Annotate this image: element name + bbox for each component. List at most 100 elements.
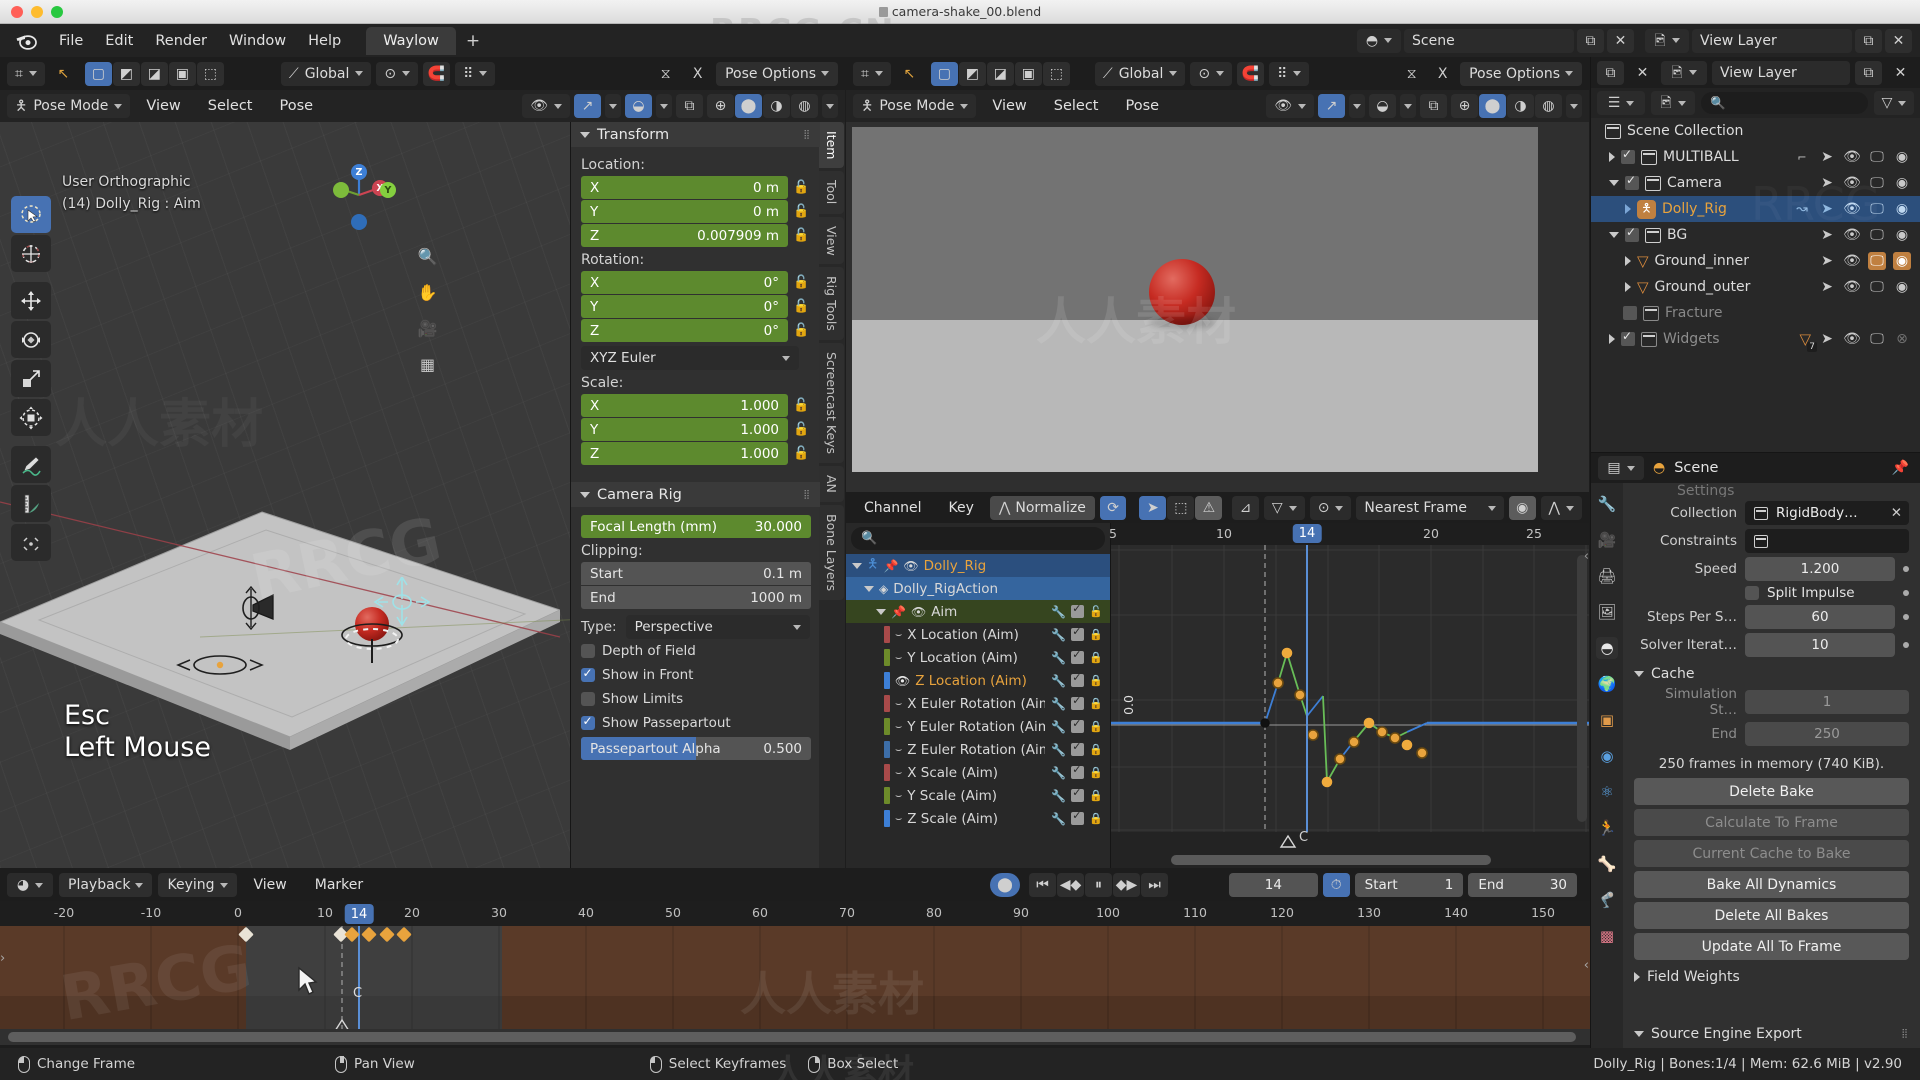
object-expand-icon[interactable] <box>852 562 862 569</box>
blender-logo-icon[interactable] <box>14 29 38 53</box>
scene-browse-icon[interactable]: ◓ <box>1357 28 1401 53</box>
group-expand-icon[interactable] <box>876 608 886 615</box>
simulation-start-row[interactable]: Simulation St… 1 <box>1634 686 1909 718</box>
hide-viewport-eye-icon[interactable]: 👁 <box>1843 148 1861 166</box>
xray-toggle-button[interactable]: ⧉ <box>676 94 703 118</box>
sidebar-tab-screencast-keys[interactable]: Screencast Keys <box>819 343 844 464</box>
viewport-menu-select[interactable]: Select <box>197 94 264 118</box>
menu-file[interactable]: File <box>48 29 94 53</box>
scale-z-row[interactable]: Z 1.000 🔓 <box>581 442 810 465</box>
auto-normalize-button[interactable]: ⟳ <box>1099 496 1127 520</box>
play-reverse-button[interactable]: ⏸ <box>1085 873 1112 897</box>
expand-icon[interactable] <box>1625 204 1631 214</box>
gizmo-axis-y[interactable] <box>333 182 349 198</box>
fcurve-mute-checkbox[interactable] <box>1071 625 1085 641</box>
cam-snap-magnet-icon[interactable]: 🧲 <box>1237 61 1265 86</box>
scale-x-lock-icon[interactable]: 🔓 <box>793 397 810 414</box>
group-modifier-icon[interactable]: 🔧 <box>1051 605 1066 619</box>
channel-row-fcurve[interactable]: ⌣ X Euler Rotation (Aim) 🔧 🔒 <box>846 692 1110 715</box>
simulation-start-field[interactable]: 1 <box>1745 690 1909 714</box>
outliner-row-scene-collection[interactable]: Scene Collection <box>1591 118 1920 144</box>
tab-physics-icon[interactable]: ⚛ <box>1596 781 1618 803</box>
channel-row-object[interactable]: 🯅 📌 👁 Dolly_Rig <box>846 554 1110 577</box>
disable-viewport-icon[interactable]: 🖵 <box>1868 330 1886 348</box>
outliner-search-input[interactable]: 🔍 <box>1701 92 1868 114</box>
tab-tool-icon[interactable]: 🔧 <box>1596 493 1618 515</box>
tab-render-icon[interactable]: 🎥 <box>1596 529 1618 551</box>
camera-type-row[interactable]: Type: Perspective <box>581 615 810 639</box>
tool-extra[interactable] <box>11 524 51 561</box>
tab-modifier-icon[interactable]: ◉ <box>1596 745 1618 767</box>
shading-solid-button[interactable]: ⬤ <box>735 94 762 118</box>
rotation-z-row[interactable]: Z 0° 🔓 <box>581 319 810 342</box>
graph-editor-plot-area[interactable]: 5 10 20 25 14 0.0 ‹ C <box>1109 523 1589 868</box>
channel-row-action[interactable]: ◈ Dolly_RigAction <box>846 577 1110 600</box>
cam-select-subtract-button[interactable]: ◪ <box>986 61 1014 86</box>
camera-view-canvas[interactable]: 人人素材 <box>846 122 1589 492</box>
fcurve-lock-icon[interactable]: 🔒 <box>1089 812 1103 825</box>
location-z-field[interactable]: Z 0.007909 m <box>581 224 788 247</box>
jump-to-end-button[interactable]: ⏭ <box>1141 873 1168 897</box>
cam-pose-options-dropdown[interactable]: Pose Options <box>1460 61 1582 86</box>
frame-end-field[interactable]: End 30 <box>1468 873 1578 897</box>
graph-frame-ruler[interactable]: 5 10 20 25 14 <box>1109 523 1589 545</box>
scale-z-field[interactable]: Z 1.000 <box>581 442 788 465</box>
only-selected-filter-button[interactable]: ➤ <box>1139 496 1167 520</box>
fcurve-modifier-icon[interactable]: 🔧 <box>1051 743 1066 757</box>
location-x-field[interactable]: X0 m <box>581 176 788 199</box>
update-all-to-frame-button[interactable]: Update All To Frame <box>1634 933 1909 960</box>
hide-viewport-eye-icon[interactable]: 👁 <box>1843 200 1861 218</box>
eye-icon[interactable]: 👁 <box>903 559 918 573</box>
jump-next-keyframe-button[interactable]: ◆▶ <box>1113 873 1140 897</box>
cam-transform-orientation-dropdown[interactable]: ⟋ Global <box>1094 61 1186 86</box>
sidebar-tab-strip[interactable]: Item Tool View Rig Tools Screencast Keys… <box>819 122 845 868</box>
properties-editor[interactable]: ▤ ◓ Scene 📌 🔧 🎥 🖨 🖼 ◓ 🌍 ▣ ◉ ⚛ 🏃 🦴 🦿 ▩ Se… <box>1590 452 1920 1048</box>
current-frame-field[interactable]: 14 <box>1229 873 1318 897</box>
select-arrow-icon[interactable]: ➤ <box>1818 148 1836 166</box>
proportional-editing-dropdown[interactable]: ⠿ <box>455 61 496 86</box>
rotation-z-field[interactable]: Z 0° <box>581 319 788 342</box>
select-arrow-icon[interactable]: ➤ <box>1818 174 1836 192</box>
snap-pivot-dropdown[interactable]: ⊙ <box>376 61 419 86</box>
maximize-window-button[interactable] <box>51 5 63 18</box>
cam-proportional-dropdown[interactable]: ⠿ <box>1269 61 1310 86</box>
location-y-row[interactable]: Y0 m 🔓 <box>581 200 810 223</box>
fcurve-lock-icon[interactable]: 🔒 <box>1089 766 1103 779</box>
rotation-mode-dropdown[interactable]: XYZ Euler <box>581 346 799 370</box>
remove-scene-button[interactable]: ✕ <box>1607 28 1634 53</box>
field-weights-section-header[interactable]: Field Weights <box>1634 969 1909 985</box>
select-arrow-icon[interactable]: ➤ <box>1818 278 1836 296</box>
group-lock-icon[interactable]: 🔓 <box>1089 605 1103 618</box>
select-arrow-icon[interactable]: ➤ <box>1818 226 1836 244</box>
cam-pose-x-icon[interactable]: X <box>1429 62 1456 86</box>
pin-icon[interactable]: 📌 <box>883 559 898 573</box>
split-impulse-row[interactable]: Split Impulse <box>1634 585 1909 601</box>
graph-plot-canvas[interactable]: 0.0 ‹ <box>1111 545 1589 832</box>
graph-channel-list[interactable]: 🔍 🯅 📌 👁 Dolly_Rig ◈ Dolly_RigAction 📌 👁 … <box>846 523 1111 868</box>
disable-render-icon[interactable]: ◉ <box>1893 226 1911 244</box>
graph-horizontal-scrollbar[interactable] <box>1171 855 1491 865</box>
cam-snap-pivot-dropdown[interactable]: ⊙ <box>1190 61 1233 86</box>
outliner-row-bg[interactable]: BG ➤ 👁 🖵 ◉ <box>1591 222 1920 248</box>
show-errors-filter-button[interactable]: ⚠ <box>1195 496 1223 520</box>
channel-row-fcurve[interactable]: ⌣ X Location (Aim) 🔧 🔒 <box>846 623 1110 646</box>
rotation-y-field[interactable]: Y 0° <box>581 295 788 318</box>
split-impulse-checkbox[interactable] <box>1745 586 1759 600</box>
jump-to-start-button[interactable]: ⏮ <box>1029 873 1056 897</box>
solver-iterations-field[interactable]: 10 <box>1745 633 1895 657</box>
outliner-row-fracture[interactable]: Fracture <box>1591 300 1920 326</box>
constraints-field[interactable] <box>1745 529 1909 553</box>
timeline-current-frame-badge[interactable]: 14 <box>344 904 374 924</box>
fcurve-lock-icon[interactable]: 🔒 <box>1089 789 1103 802</box>
delete-bake-button[interactable]: Delete Bake <box>1634 778 1909 805</box>
disable-viewport-icon[interactable]: 🖵 <box>1868 226 1886 244</box>
outliner-row-icons[interactable]: ➤ 👁 🖵 ◉ <box>1818 226 1920 244</box>
collection-row[interactable]: Collection RigidBody… ✕ <box>1634 501 1909 525</box>
split-impulse-animate-dot[interactable] <box>1903 590 1909 596</box>
fcurve-modifier-icon[interactable]: 🔧 <box>1051 766 1066 780</box>
pin-id-icon[interactable]: 📌 <box>1892 460 1913 476</box>
rotation-x-row[interactable]: X 0° 🔓 <box>581 271 810 294</box>
zoom-icon[interactable]: 🔍 <box>415 244 440 269</box>
select-intersect-button[interactable]: ⬚ <box>196 61 224 86</box>
snap-mode-dropdown[interactable]: Nearest Frame <box>1356 496 1504 520</box>
